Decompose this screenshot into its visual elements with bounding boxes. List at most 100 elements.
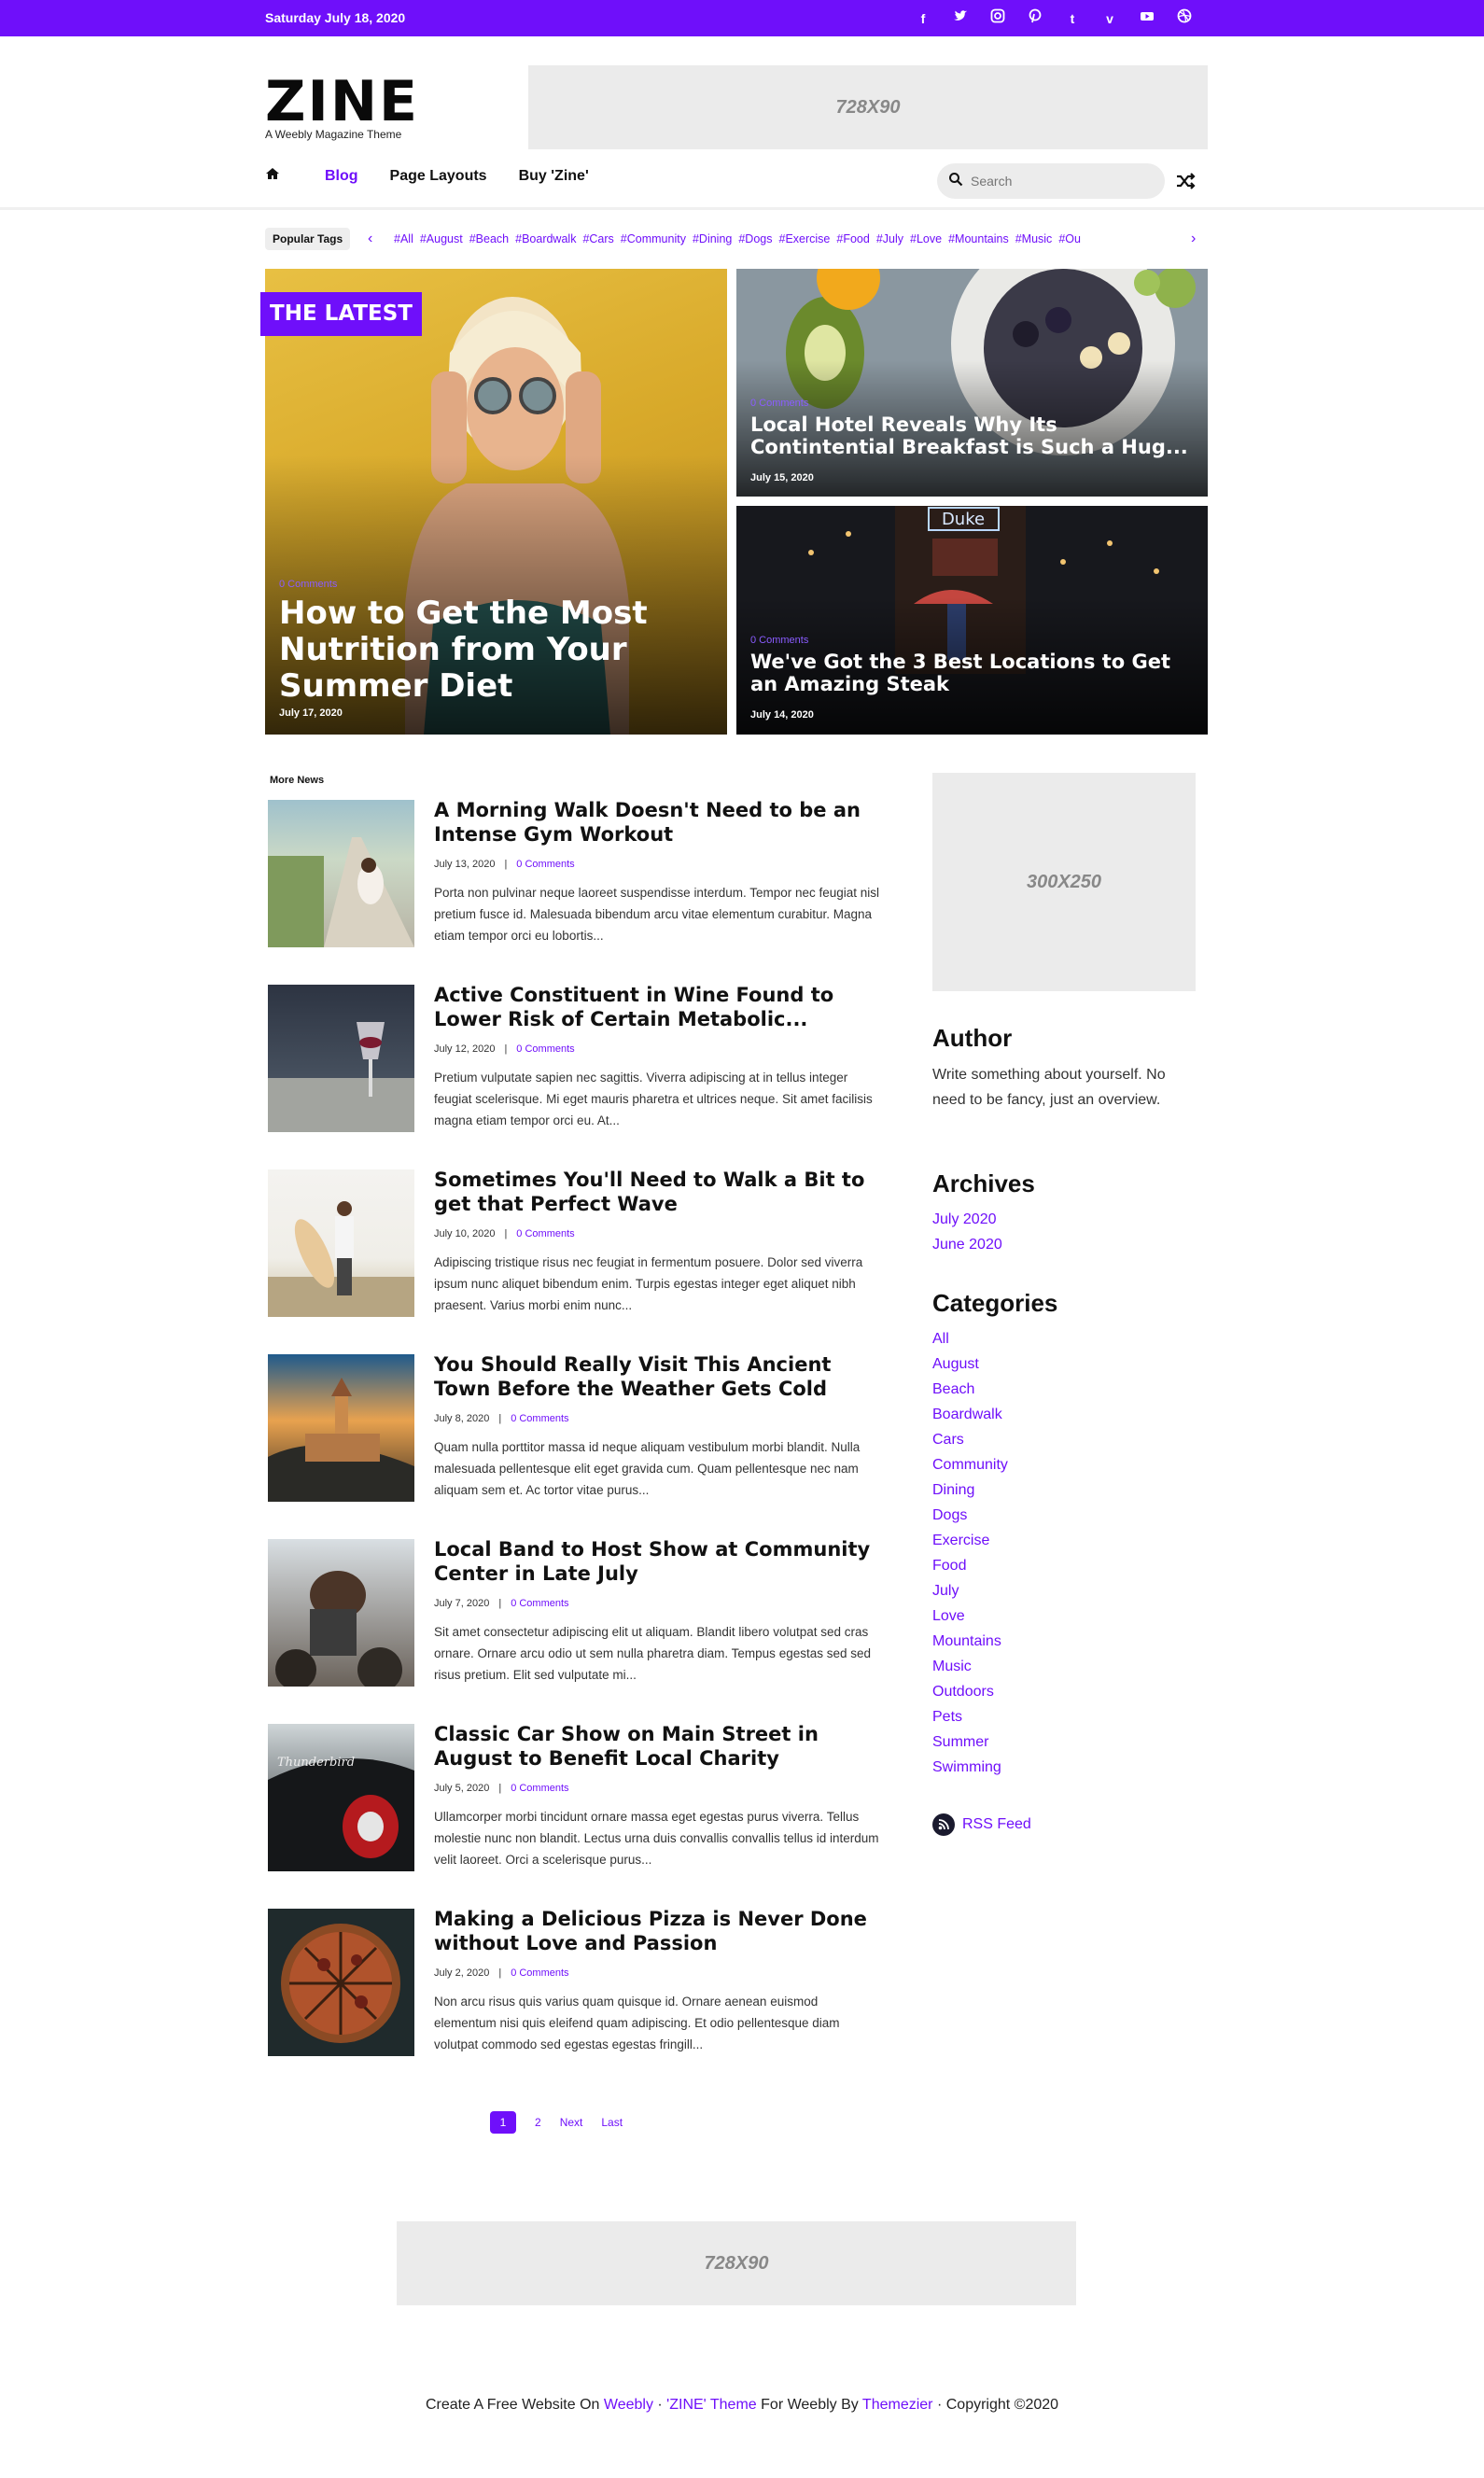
category-link[interactable]: Dogs bbox=[932, 1503, 1008, 1528]
instagram-icon[interactable] bbox=[987, 8, 1008, 29]
post-meta: July 12, 2020 | 0 Comments bbox=[434, 1043, 575, 1055]
comments-link[interactable]: 0 Comments bbox=[511, 1598, 568, 1609]
tag-item[interactable]: #Community bbox=[621, 232, 686, 245]
tag-item[interactable]: #Dining bbox=[693, 232, 732, 245]
archive-link[interactable]: June 2020 bbox=[932, 1232, 1002, 1257]
hero-side-post[interactable]: Duke 0 Comments We've Got the 3 Best Loc… bbox=[736, 506, 1208, 735]
sidebar-ad-banner[interactable]: 300X250 bbox=[932, 773, 1196, 991]
rss-feed-link[interactable]: RSS Feed bbox=[932, 1813, 1031, 1836]
tag-item[interactable]: #Exercise bbox=[779, 232, 831, 245]
category-link[interactable]: Food bbox=[932, 1553, 1008, 1578]
hero-main-title[interactable]: How to Get the Most Nutrition from Your … bbox=[279, 595, 690, 705]
top-ad-banner[interactable]: 728X90 bbox=[528, 65, 1208, 149]
post-thumbnail[interactable] bbox=[268, 1909, 414, 2056]
post-thumbnail[interactable] bbox=[268, 1354, 414, 1502]
post-title[interactable]: You Should Really Visit This Ancient Tow… bbox=[434, 1352, 882, 1401]
tag-item[interactable]: #July bbox=[876, 232, 903, 245]
post-title[interactable]: Classic Car Show on Main Street in Augus… bbox=[434, 1722, 882, 1771]
category-link[interactable]: August bbox=[932, 1351, 1008, 1377]
archive-link[interactable]: July 2020 bbox=[932, 1207, 1002, 1232]
post-title[interactable]: A Morning Walk Doesn't Need to be an Int… bbox=[434, 798, 882, 847]
page-current[interactable]: 1 bbox=[490, 2111, 516, 2134]
comments-link[interactable]: 0 Comments bbox=[516, 859, 574, 870]
search-input[interactable] bbox=[971, 163, 1157, 199]
next-page-link[interactable]: Next bbox=[560, 2111, 583, 2134]
category-link[interactable]: Beach bbox=[932, 1377, 1008, 1402]
tag-item[interactable]: #Mountains bbox=[948, 232, 1009, 245]
comments-link[interactable]: 0 Comments bbox=[750, 398, 808, 409]
facebook-icon[interactable]: f bbox=[913, 8, 933, 29]
comments-link[interactable]: 0 Comments bbox=[279, 579, 337, 590]
category-link[interactable]: Summer bbox=[932, 1729, 1008, 1755]
tag-item[interactable]: #All bbox=[394, 232, 413, 245]
comments-link[interactable]: 0 Comments bbox=[511, 1967, 568, 1979]
nav-item-page-layouts[interactable]: Page Layouts bbox=[390, 168, 487, 185]
tag-item[interactable]: #Beach bbox=[469, 232, 509, 245]
meta-separator: | bbox=[504, 859, 508, 870]
tag-item[interactable]: #Food bbox=[836, 232, 869, 245]
tag-item[interactable]: #Ou bbox=[1058, 232, 1081, 245]
pinterest-icon[interactable] bbox=[1025, 8, 1045, 29]
category-link[interactable]: Pets bbox=[932, 1704, 1008, 1729]
category-link[interactable]: July bbox=[932, 1578, 1008, 1603]
category-link[interactable]: Outdoors bbox=[932, 1679, 1008, 1704]
dribbble-icon[interactable] bbox=[1174, 8, 1195, 29]
tag-item[interactable]: #August bbox=[420, 232, 463, 245]
tag-item[interactable]: #Dogs bbox=[738, 232, 772, 245]
post-title[interactable]: Making a Delicious Pizza is Never Done w… bbox=[434, 1907, 882, 1955]
category-link[interactable]: Mountains bbox=[932, 1629, 1008, 1654]
last-page-link[interactable]: Last bbox=[601, 2111, 623, 2134]
list-item: Local Band to Host Show at Community Cen… bbox=[268, 1537, 884, 1690]
hero-side-title-1[interactable]: Local Hotel Reveals Why Its Contintentia… bbox=[750, 413, 1198, 458]
tag-item[interactable]: #Music bbox=[1015, 232, 1053, 245]
post-thumbnail[interactable] bbox=[268, 985, 414, 1132]
category-link[interactable]: All bbox=[932, 1326, 1008, 1351]
shuffle-icon[interactable] bbox=[1174, 170, 1197, 192]
post-thumbnail[interactable] bbox=[268, 1539, 414, 1687]
chevron-left-icon[interactable]: ‹ bbox=[368, 228, 372, 250]
nav-item-blog[interactable]: Blog bbox=[325, 168, 358, 185]
category-link[interactable]: Boardwalk bbox=[932, 1402, 1008, 1427]
tag-item[interactable]: #Boardwalk bbox=[515, 232, 576, 245]
youtube-icon[interactable] bbox=[1137, 8, 1157, 29]
themezier-link[interactable]: Themezier bbox=[862, 2397, 933, 2413]
category-link[interactable]: Community bbox=[932, 1452, 1008, 1477]
category-link[interactable]: Love bbox=[932, 1603, 1008, 1629]
hero-side-title-2[interactable]: We've Got the 3 Best Locations to Get an… bbox=[750, 651, 1198, 695]
search-box[interactable] bbox=[937, 163, 1165, 199]
page-link-2[interactable]: 2 bbox=[535, 2111, 541, 2134]
tag-item[interactable]: #Love bbox=[910, 232, 942, 245]
post-meta: July 13, 2020 | 0 Comments bbox=[434, 859, 575, 870]
category-link[interactable]: Cars bbox=[932, 1427, 1008, 1452]
category-link[interactable]: Swimming bbox=[932, 1755, 1008, 1780]
tag-item[interactable]: #Cars bbox=[582, 232, 613, 245]
category-link[interactable]: Exercise bbox=[932, 1528, 1008, 1553]
vimeo-icon[interactable]: v bbox=[1099, 8, 1120, 29]
post-thumbnail[interactable] bbox=[268, 1169, 414, 1317]
post-thumbnail[interactable] bbox=[268, 800, 414, 947]
chevron-right-icon[interactable]: › bbox=[1191, 228, 1196, 250]
home-icon[interactable] bbox=[265, 166, 293, 186]
list-item: Thunderbird Classic Car Show on Main Str… bbox=[268, 1722, 884, 1875]
post-title[interactable]: Sometimes You'll Need to Walk a Bit to g… bbox=[434, 1168, 882, 1216]
nav-item-buy-zine[interactable]: Buy 'Zine' bbox=[519, 168, 589, 185]
comments-link[interactable]: 0 Comments bbox=[511, 1783, 568, 1794]
category-link[interactable]: Music bbox=[932, 1654, 1008, 1679]
twitter-icon[interactable] bbox=[950, 8, 971, 29]
tumblr-icon[interactable]: t bbox=[1062, 8, 1083, 29]
post-title[interactable]: Local Band to Host Show at Community Cen… bbox=[434, 1537, 882, 1586]
zine-theme-link[interactable]: 'ZINE' Theme bbox=[666, 2397, 757, 2413]
bottom-ad-banner[interactable]: 728X90 bbox=[397, 2221, 1076, 2305]
comments-link[interactable]: 0 Comments bbox=[750, 635, 808, 646]
comments-link[interactable]: 0 Comments bbox=[516, 1228, 574, 1239]
category-link[interactable]: Dining bbox=[932, 1477, 1008, 1503]
post-title[interactable]: Active Constituent in Wine Found to Lowe… bbox=[434, 983, 882, 1031]
hero-main-post[interactable]: 0 Comments How to Get the Most Nutrition… bbox=[265, 269, 727, 735]
comments-link[interactable]: 0 Comments bbox=[511, 1413, 568, 1424]
comments-link[interactable]: 0 Comments bbox=[516, 1043, 574, 1055]
weebly-link[interactable]: Weebly bbox=[604, 2397, 653, 2413]
site-footer: Create A Free Website On Weebly · 'ZINE'… bbox=[0, 2397, 1484, 2414]
hero-side-post[interactable]: 0 Comments Local Hotel Reveals Why Its C… bbox=[736, 269, 1208, 497]
site-logo[interactable]: ZINE bbox=[265, 74, 419, 130]
post-thumbnail[interactable]: Thunderbird bbox=[268, 1724, 414, 1871]
